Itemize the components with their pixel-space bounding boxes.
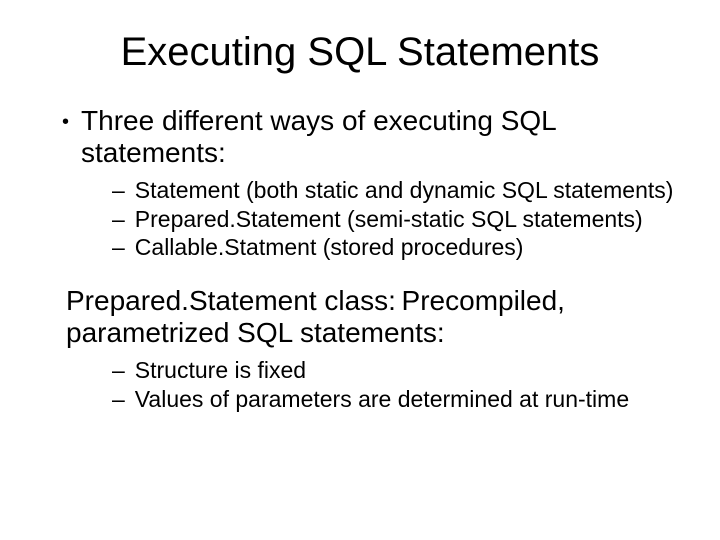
bullet-text: Prepared.Statement (semi-static SQL stat…	[135, 206, 643, 232]
bullet-dash-icon: –	[112, 177, 125, 203]
bullet-level2: – Prepared.Statement (semi-static SQL st…	[112, 206, 680, 232]
paragraph: Prepared.Statement class: Precompiled, p…	[66, 285, 680, 349]
bullet-dot-icon: •	[62, 111, 69, 134]
bullet-dash-icon: –	[112, 234, 125, 260]
bullet-level2: – Structure is fixed	[112, 357, 680, 383]
bullet-level2: – Statement (both static and dynamic SQL…	[112, 177, 680, 203]
bullet-level1: • Three different ways of executing SQL …	[62, 105, 680, 169]
bullet-text: Structure is fixed	[135, 357, 306, 383]
bullet-text: Values of parameters are determined at r…	[135, 386, 629, 412]
bullet-level2: – Callable.Statment (stored procedures)	[112, 234, 680, 260]
paragraph-text: Prepared.Statement class: Precompiled, p…	[66, 285, 565, 348]
bullet-text: Three different ways of executing SQL st…	[81, 105, 680, 169]
slide-title: Executing SQL Statements	[40, 30, 680, 75]
bullet-dash-icon: –	[112, 357, 125, 383]
bullet-dash-icon: –	[112, 386, 125, 412]
bullet-text: Callable.Statment (stored procedures)	[135, 234, 524, 260]
bullet-level2: – Values of parameters are determined at…	[112, 386, 680, 412]
bullet-dash-icon: –	[112, 206, 125, 232]
slide: Executing SQL Statements • Three differe…	[0, 0, 720, 540]
bullet-text: Statement (both static and dynamic SQL s…	[135, 177, 674, 203]
